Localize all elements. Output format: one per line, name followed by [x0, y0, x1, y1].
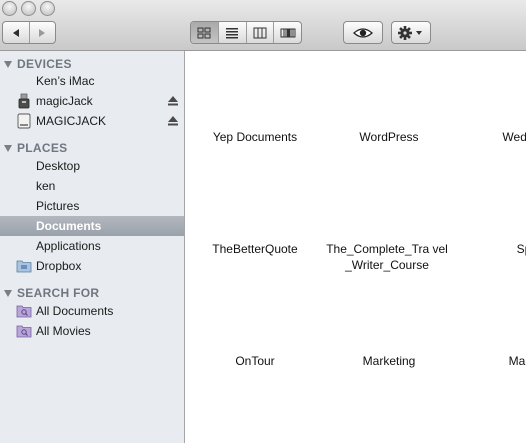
sidebar-item-ken[interactable]: ken: [0, 176, 184, 196]
sidebar-item-label: All Documents: [36, 304, 114, 318]
file-item[interactable]: Yep Documents: [190, 129, 320, 145]
file-item[interactable]: Marketing: [324, 353, 454, 369]
column-view-icon: [253, 27, 267, 38]
sidebar-item-label: MAGICJACK: [36, 114, 107, 128]
file-item[interactable]: Wedding: [461, 129, 526, 145]
sidebar-item-magicjack-volume[interactable]: MAGICJACK: [0, 111, 184, 131]
usb-drive-icon: [18, 93, 30, 109]
file-item[interactable]: TheBetterQuote: [190, 241, 320, 257]
icon-view-button[interactable]: [191, 22, 218, 43]
disclosure-triangle-icon: [4, 60, 12, 68]
section-title: DEVICES: [17, 57, 72, 71]
sidebar-item-label: Dropbox: [36, 259, 82, 273]
sidebar-item-label: magicJack: [36, 94, 93, 108]
close-window-button[interactable]: [2, 1, 17, 16]
sidebar-item-desktop[interactable]: Desktop: [0, 156, 184, 176]
list-view-icon: [226, 27, 239, 38]
forward-button[interactable]: [28, 22, 56, 43]
sidebar-item-all-documents[interactable]: All Documents: [0, 301, 184, 321]
back-arrow-icon: [12, 28, 19, 37]
sidebar-item-all-movies[interactable]: All Movies: [0, 321, 184, 341]
file-item[interactable]: WordPress: [324, 129, 454, 145]
view-mode-buttons: [190, 21, 302, 44]
sidebar-item-label: Pictures: [36, 199, 80, 213]
sidebar: DEVICES Ken’s iMac magicJack MAGICJACK P…: [0, 51, 185, 443]
action-menu-button[interactable]: [391, 21, 431, 44]
eject-icon[interactable]: [167, 115, 179, 127]
navigation-buttons: [2, 21, 56, 44]
sidebar-item-kens-imac[interactable]: Ken’s iMac: [0, 71, 184, 91]
file-item[interactable]: The_Complete_Tra vel_Writer_Course: [325, 241, 449, 273]
sidebar-item-magicjack[interactable]: magicJack: [0, 91, 184, 111]
cover-flow-view-button[interactable]: [273, 22, 301, 43]
sidebar-item-applications[interactable]: Applications: [0, 236, 184, 256]
quick-look-button[interactable]: [343, 21, 383, 44]
column-view-button[interactable]: [245, 22, 274, 43]
file-item[interactable]: Speed: [469, 241, 526, 257]
file-item[interactable]: OnTour: [190, 353, 320, 369]
sidebar-item-pictures[interactable]: Pictures: [0, 196, 184, 216]
dropbox-folder-icon: [16, 260, 32, 273]
gear-icon: [398, 25, 422, 40]
sidebar-item-dropbox[interactable]: Dropbox: [0, 256, 184, 276]
disclosure-triangle-icon: [4, 144, 12, 152]
disk-volume-icon: [17, 113, 31, 129]
forward-arrow-icon: [39, 28, 46, 37]
sidebar-item-label: Applications: [36, 239, 101, 253]
smart-folder-icon: [16, 325, 32, 338]
section-title: SEARCH FOR: [17, 286, 100, 300]
minimize-window-button[interactable]: [21, 1, 36, 16]
sidebar-item-label: Desktop: [36, 159, 81, 173]
disclosure-triangle-icon: [4, 289, 12, 297]
eject-icon[interactable]: [167, 95, 179, 107]
icon-view-icon: [197, 27, 211, 38]
sidebar-item-documents[interactable]: Documents: [0, 216, 184, 236]
eye-icon: [353, 27, 373, 38]
section-header-search-for[interactable]: SEARCH FOR: [0, 284, 99, 302]
file-item[interactable]: Ma: [452, 353, 526, 369]
window-toolbar: [0, 0, 526, 51]
zoom-window-button[interactable]: [40, 1, 55, 16]
smart-folder-icon: [16, 305, 32, 318]
section-header-places[interactable]: PLACES: [0, 139, 67, 157]
sidebar-item-label: All Movies: [36, 324, 91, 338]
file-browser-content: Yep Documents WordPress Wedding TheBette…: [185, 51, 526, 443]
section-title: PLACES: [17, 141, 68, 155]
list-view-button[interactable]: [217, 22, 246, 43]
cover-flow-view-icon: [280, 28, 296, 37]
sidebar-item-label: Ken’s iMac: [36, 74, 95, 88]
sidebar-item-label: Documents: [36, 219, 102, 233]
back-button[interactable]: [3, 22, 29, 43]
sidebar-item-label: ken: [36, 179, 56, 193]
